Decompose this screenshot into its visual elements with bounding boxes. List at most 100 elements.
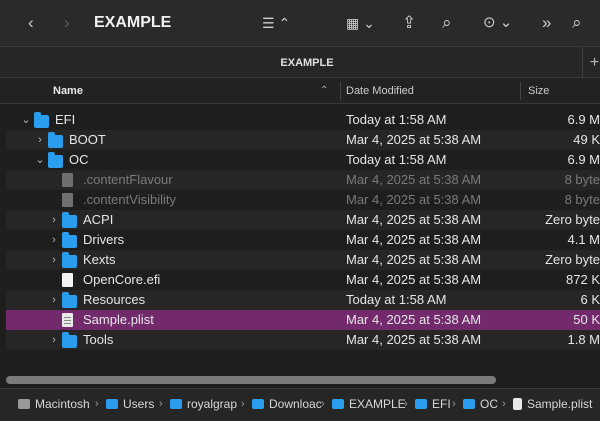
horizontal-scrollbar[interactable] (6, 376, 496, 384)
new-tab-button[interactable]: + (582, 47, 600, 78)
date-modified: Mar 4, 2025 at 5:38 AM (346, 252, 482, 267)
sort-ascending-icon[interactable]: ⌃ (320, 78, 328, 104)
list-view-icon[interactable]: ☰ ⌃ (262, 0, 290, 46)
share-icon[interactable]: ⇪ (402, 0, 416, 46)
window-title: EXAMPLE (94, 14, 172, 31)
path-crumb[interactable]: Sample.plist (513, 389, 592, 419)
path-crumb[interactable]: EFI (415, 389, 451, 419)
file-size: 6.9 M (567, 112, 600, 127)
file-row[interactable]: › Drivers Mar 4, 2025 at 5:38 AM 4.1 M (6, 230, 600, 250)
file-name: Sample.plist (83, 312, 154, 327)
file-name: Kexts (83, 252, 116, 267)
search-icon[interactable]: ⌕ (572, 0, 582, 46)
file-row[interactable]: › Kexts Mar 4, 2025 at 5:38 AM Zero byte (6, 250, 600, 270)
file-row[interactable]: OpenCore.efi Mar 4, 2025 at 5:38 AM 872 K (6, 270, 600, 290)
folder-icon (62, 332, 77, 348)
folder-icon (463, 399, 475, 409)
path-separator: › (159, 398, 163, 410)
folder-icon (34, 112, 49, 128)
date-modified: Mar 4, 2025 at 5:38 AM (346, 212, 482, 227)
disclosure-expanded-icon[interactable]: ⌄ (20, 110, 32, 130)
file-row[interactable]: › Tools Mar 4, 2025 at 5:38 AM 1.8 M (6, 330, 600, 350)
disclosure-collapsed-icon[interactable]: › (48, 290, 60, 310)
tab-bar: EXAMPLE + (0, 46, 600, 78)
file-row[interactable]: Sample.plist Mar 4, 2025 at 5:38 AM 50 K (6, 310, 600, 330)
folder-icon (48, 132, 63, 148)
folder-icon (252, 399, 264, 409)
disclosure-expanded-icon[interactable]: ⌄ (34, 150, 46, 170)
path-crumb[interactable]: royalgrap (170, 389, 237, 419)
file-name: Drivers (83, 232, 125, 247)
path-crumb-label: Users (123, 397, 155, 411)
disclosure-collapsed-icon[interactable]: › (34, 130, 46, 150)
disk-icon (18, 399, 30, 409)
folder-icon (62, 212, 77, 228)
file-row[interactable]: › BOOT Mar 4, 2025 at 5:38 AM 49 K (6, 130, 600, 150)
file-row[interactable]: › Resources Today at 1:58 AM 6 K (6, 290, 600, 310)
overflow-icon[interactable]: » (542, 0, 551, 46)
date-modified: Today at 1:58 AM (346, 112, 447, 127)
file-row[interactable]: ⌄ OC Today at 1:58 AM 6.9 M (6, 150, 600, 170)
file-size: 8 byte (564, 192, 600, 207)
file-size: 872 K (566, 272, 600, 287)
path-crumb[interactable]: Users (106, 389, 154, 419)
folder-icon (48, 152, 63, 168)
path-crumb-label: Downloac (269, 397, 322, 411)
column-divider[interactable] (520, 82, 521, 100)
file-row[interactable]: › ACPI Mar 4, 2025 at 5:38 AM Zero byte (6, 210, 600, 230)
file-name: OpenCore.efi (83, 272, 161, 287)
date-modified: Mar 4, 2025 at 5:38 AM (346, 192, 482, 207)
path-bar: Macintosh › Users › royalgrap › Downloac › EXAMP… (0, 388, 600, 421)
file-name: Resources (83, 292, 146, 307)
date-modified: Mar 4, 2025 at 5:38 AM (346, 232, 482, 247)
toolbar: ‹ › EXAMPLE ☰ ⌃ ▦ ⌄ ⇪ ⌕ ⊙ ⌄ » ⌕ (0, 0, 600, 46)
file-name: .contentFlavour (83, 172, 173, 187)
group-view-icon[interactable]: ▦ ⌄ (346, 0, 375, 46)
path-crumb-label: OC (480, 397, 498, 411)
file-name: .contentVisibility (83, 192, 176, 207)
file-row[interactable]: .contentVisibility Mar 4, 2025 at 5:38 AM… (6, 190, 600, 210)
column-date-modified[interactable]: Date Modified (346, 78, 414, 104)
file-size: Zero byte (545, 212, 600, 227)
more-actions-icon[interactable]: ⊙ ⌄ (483, 0, 512, 46)
file-name: EFI (55, 112, 76, 127)
disclosure-collapsed-icon[interactable]: › (48, 210, 60, 230)
date-modified: Mar 4, 2025 at 5:38 AM (346, 312, 482, 327)
path-crumb-label: royalgrap (187, 397, 238, 411)
disclosure-collapsed-icon[interactable]: › (48, 230, 60, 250)
file-row[interactable]: ⌄ EFI Today at 1:58 AM 6.9 M (6, 110, 600, 130)
path-separator: › (452, 398, 456, 410)
path-crumb[interactable]: Downloac (252, 389, 322, 419)
folder-icon (332, 399, 344, 409)
back-icon[interactable]: ‹ (28, 0, 34, 46)
path-crumb-label: Macintosh (35, 397, 90, 411)
document-icon (62, 173, 73, 187)
date-modified: Mar 4, 2025 at 5:38 AM (346, 332, 482, 347)
disclosure-collapsed-icon[interactable]: › (48, 330, 60, 350)
disclosure-collapsed-icon[interactable]: › (48, 250, 60, 270)
file-size: Zero byte (545, 252, 600, 267)
path-crumb[interactable]: EXAMPLE (332, 389, 406, 419)
column-name[interactable]: Name (53, 78, 83, 104)
tag-icon[interactable]: ⌕ (442, 0, 452, 46)
file-size: 1.8 M (567, 332, 600, 347)
path-separator: › (95, 398, 99, 410)
date-modified: Mar 4, 2025 at 5:38 AM (346, 132, 482, 147)
file-size: 4.1 M (567, 232, 600, 247)
folder-icon (62, 252, 77, 268)
column-header: Name ⌃ Date Modified Size (0, 78, 600, 104)
plist-icon (513, 398, 522, 410)
column-divider[interactable] (340, 82, 341, 100)
path-separator: › (404, 398, 408, 410)
forward-icon[interactable]: › (64, 0, 70, 46)
path-crumb[interactable]: OC (463, 389, 498, 419)
column-size[interactable]: Size (528, 78, 549, 104)
path-separator: › (321, 398, 325, 410)
folder-icon (415, 399, 427, 409)
tab-example[interactable]: EXAMPLE (0, 47, 600, 79)
document-icon (62, 193, 73, 207)
path-crumb[interactable]: Macintosh (18, 389, 90, 419)
file-name: BOOT (69, 132, 106, 147)
path-separator: › (502, 398, 506, 410)
file-row[interactable]: .contentFlavour Mar 4, 2025 at 5:38 AM 8 b… (6, 170, 600, 190)
